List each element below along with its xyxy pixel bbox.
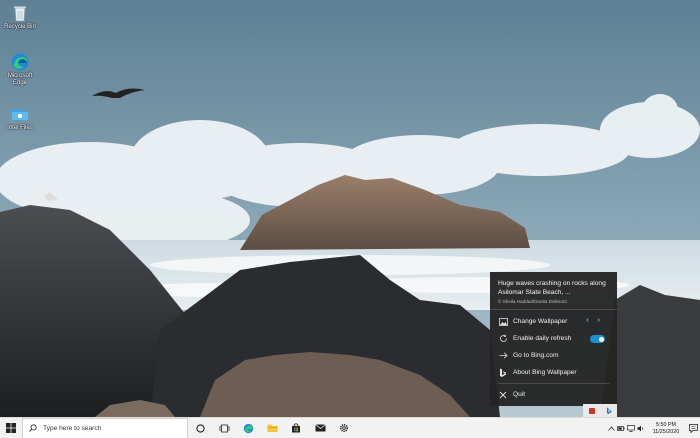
menu-item-label: Enable daily refresh [513,335,572,342]
menu-item-label: About Bing Wallpaper [513,369,577,376]
cortana-icon [195,423,205,433]
desktop-icon-recycle-bin[interactable]: Recycle Bin [2,3,38,31]
chevron-up-icon [607,426,615,431]
taskbar-app-file-explorer[interactable] [260,418,284,438]
recycle-bin-icon [14,6,26,22]
start-button[interactable] [0,418,22,438]
store-bag-icon [292,423,300,433]
tray-item-battery[interactable] [616,418,626,438]
taskbar-app-mail[interactable] [308,418,332,438]
tray-overflow-area [583,404,617,417]
task-view-icon [219,424,229,432]
taskbar-search-box[interactable]: Type here to search [22,417,188,438]
edge-icon [243,423,253,433]
network-icon [627,425,635,432]
bing-tray-icon[interactable] [605,407,613,415]
tray-item-network[interactable] [626,418,636,438]
refresh-icon [498,334,508,344]
bing-wallpaper-menu: Huge waves crashing on rocks along Asilo… [490,272,617,406]
menu-item-label: Change Wallpaper [513,318,568,325]
windows-logo-icon [6,423,16,433]
show-hidden-icons-button[interactable] [606,418,616,438]
taskbar-app-settings[interactable] [332,418,356,438]
bing-logo-icon [498,368,508,378]
wallpaper-nav-arrows: ‹› [586,317,609,324]
menu-item-go-to-bing[interactable]: Go to Bing.com [490,347,617,364]
desktop-icon-label: Intel Files [7,125,33,131]
desktop-icon-microsoft-edge[interactable]: Microsoft Edge [2,52,38,87]
close-icon [498,390,508,400]
taskbar-app-store[interactable] [284,418,308,438]
taskbar-app-edge[interactable] [236,418,260,438]
speaker-icon [637,425,644,432]
menu-item-label: Quit [513,391,526,398]
desktop-icon-label: Microsoft Edge [7,73,33,86]
search-placeholder: Type here to search [43,424,102,432]
folder-icon [267,424,277,432]
clock-time: 5:50 PM [655,421,677,428]
taskbar-clock[interactable]: 5:50 PM 11/25/2020 [646,422,686,436]
gear-icon [339,423,349,433]
menu-item-about[interactable]: About Bing Wallpaper [490,364,617,381]
menu-item-change-wallpaper[interactable]: Change Wallpaper ‹› [490,313,617,330]
taskbar: Type here to search 5:50 PM 11/25/2020 [0,417,700,438]
search-icon [29,424,37,432]
image-icon [498,317,508,327]
notification-icon [688,424,698,433]
cortana-button[interactable] [188,418,212,438]
desktop-icon-intel-files[interactable]: Intel Files [2,104,38,132]
edge-icon [11,53,29,71]
wallpaper-info[interactable]: Huge waves crashing on rocks along Asilo… [490,272,617,310]
action-center-button[interactable] [686,418,700,438]
folder-icon [12,109,28,120]
system-tray: 5:50 PM 11/25/2020 [606,418,700,438]
desktop-icon-label: Recycle Bin [4,24,36,30]
clock-date: 11/25/2020 [652,428,680,435]
wallpaper-title: Huge waves crashing on rocks along Asilo… [498,280,606,296]
tray-item-volume[interactable] [636,418,646,438]
previous-wallpaper-button[interactable]: ‹ [586,317,597,324]
arrow-right-icon [498,351,508,361]
menu-divider [498,383,609,384]
task-view-button[interactable] [212,418,236,438]
mail-icon [314,424,326,432]
next-wallpaper-button[interactable]: › [598,317,609,324]
menu-item-quit[interactable]: Quit [490,386,617,403]
app-tray-icon[interactable] [588,407,596,415]
daily-refresh-toggle[interactable] [590,335,605,343]
wallpaper-credit: © Sheila Haddad/Danita Delimont [498,299,567,304]
menu-item-enable-daily-refresh[interactable]: Enable daily refresh [490,330,617,347]
battery-icon [617,426,625,431]
menu-item-label: Go to Bing.com [513,352,559,359]
